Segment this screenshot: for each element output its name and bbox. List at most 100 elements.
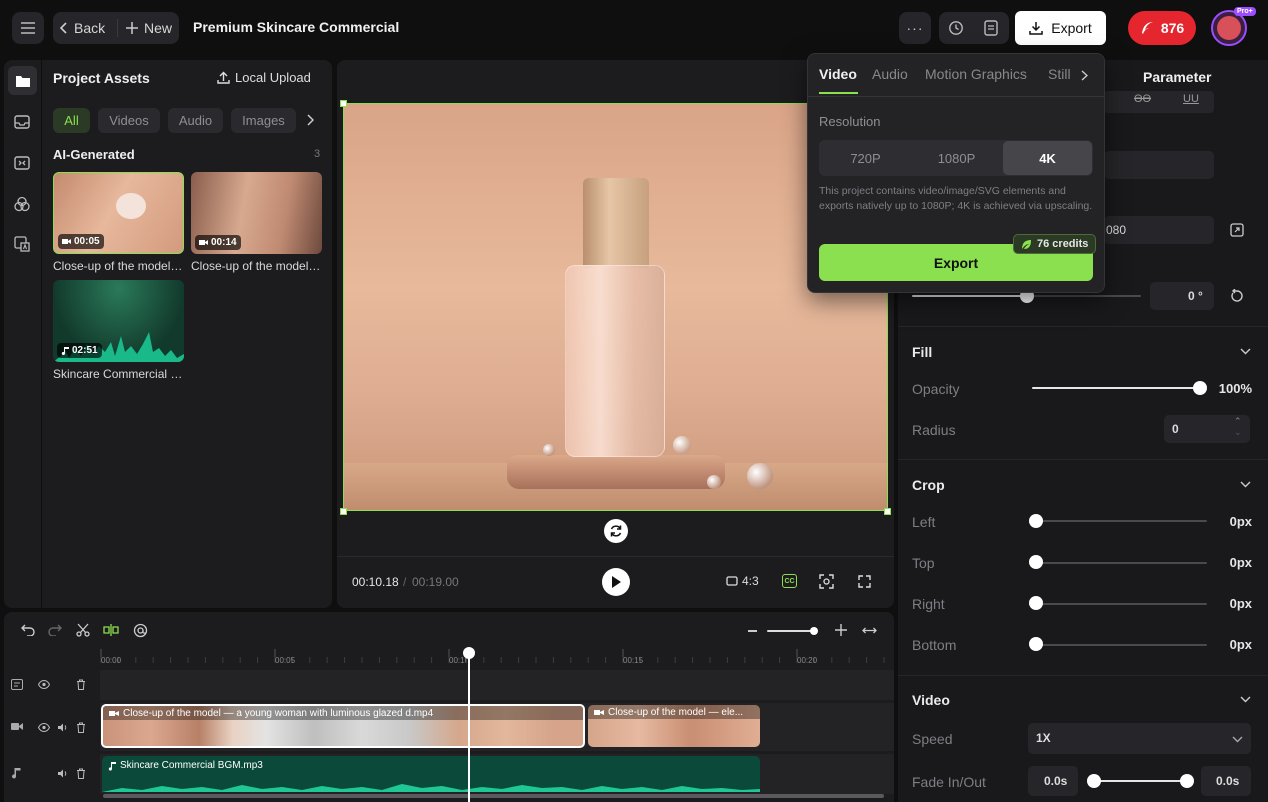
aspect-ratio-button[interactable]: 4:3 [726,574,759,588]
undo-button[interactable] [19,621,37,639]
video-clip-1-label: Close-up of the model — a young woman wi… [109,708,433,719]
ruler-label-5: 00:05 [275,656,296,665]
music-note-icon [61,347,69,355]
resolution-4k[interactable]: 4K [1003,141,1092,175]
export-tab-motion-graphics[interactable]: Motion Graphics [925,66,1027,82]
resolution-720p[interactable]: 720P [820,141,911,175]
zoom-out-button[interactable] [748,630,757,632]
asset-card-3[interactable]: 02:51 [53,280,184,362]
zoom-slider[interactable] [767,630,815,632]
resize-handle[interactable] [884,508,891,515]
audio-clip[interactable]: Skincare Commercial BGM.mp3 [102,756,760,792]
crop-right-knob[interactable] [1029,596,1043,610]
resize-handle[interactable] [340,508,347,515]
crop-top-track[interactable] [1036,562,1207,564]
snapshot-button[interactable] [818,573,835,590]
back-button[interactable]: Back [60,12,105,44]
eye-icon[interactable] [38,680,50,689]
speed-select[interactable] [1028,723,1251,754]
fade-out-value: 0.0s [1216,774,1240,788]
fade-out-knob[interactable] [1180,774,1194,788]
export-tab-audio[interactable]: Audio [872,66,908,82]
speaker-icon[interactable] [57,768,68,779]
video-clip-2[interactable]: Close-up of the model — ele... [588,705,760,747]
menu-button[interactable] [12,12,44,44]
trash-icon[interactable] [76,722,86,733]
rail-assets[interactable] [8,66,37,95]
filter-videos[interactable]: Videos [98,108,160,133]
asset-caption-3: Skincare Commercial BGM.mp3 [53,367,184,381]
captions-toggle[interactable]: CC [782,574,797,588]
crop-collapse[interactable] [1238,478,1252,490]
more-options-button[interactable]: ··· [899,12,931,44]
asset-card-1[interactable]: 00:05 [53,172,184,254]
video-clip-1[interactable]: Close-up of the model — a young woman wi… [101,704,585,748]
new-button[interactable]: New [126,12,172,44]
project-title[interactable]: Premium Skincare Commercial [193,19,399,35]
crop-top-knob[interactable] [1029,555,1043,569]
zoom-in-button[interactable] [834,623,848,637]
export-button[interactable]: Export [1015,11,1106,45]
reset-rotation-button[interactable] [1229,288,1245,304]
rail-transitions[interactable] [13,154,31,172]
rail-effects[interactable] [13,195,31,213]
fit-timeline-button[interactable] [861,623,877,637]
playhead-line[interactable] [468,656,470,802]
timeline-ruler[interactable] [100,647,894,667]
radius-stepper[interactable]: ⌃ ⌄ [1234,416,1242,438]
ruler-label-10: 00:10 [449,656,466,665]
trash-icon[interactable] [76,768,86,779]
snap-icon [103,624,119,636]
history-button[interactable] [946,18,966,38]
nav-divider [117,19,118,37]
trash-icon[interactable] [76,679,86,690]
crop-bottom-knob[interactable] [1029,637,1043,651]
resize-handle[interactable] [340,100,347,107]
cc-icon: CC [784,577,795,585]
rail-templates[interactable] [13,113,31,131]
fill-collapse[interactable] [1238,345,1252,357]
link-clips-button[interactable] [131,621,149,639]
crop-bottom-track[interactable] [1036,644,1207,646]
filter-audio[interactable]: Audio [168,108,223,133]
fullscreen-button[interactable] [856,573,873,590]
partial-field[interactable] [1104,151,1214,179]
split-button[interactable] [74,621,92,639]
fade-in-knob[interactable] [1087,774,1101,788]
speed-dropdown[interactable] [1230,733,1244,745]
play-button[interactable] [602,568,630,596]
resolution-1080p[interactable]: 1080P [911,141,1002,175]
crop-left-knob[interactable] [1029,514,1043,528]
lock-ratio-button[interactable] [1229,222,1245,238]
magnet-snap-button[interactable] [102,621,120,639]
playhead-handle[interactable] [463,647,475,659]
underline-button[interactable]: UU [1183,93,1199,105]
strikethrough-button[interactable]: ƟƟ [1134,93,1151,105]
crop-right-track[interactable] [1036,603,1207,605]
rotate-handle[interactable] [604,519,628,543]
fade-track[interactable] [1094,780,1187,782]
export-tabs-next[interactable] [1078,67,1090,83]
opacity-knob[interactable] [1193,381,1207,395]
credits-button[interactable]: 876 [1128,11,1196,45]
rotation-field[interactable] [1150,282,1214,310]
eye-icon[interactable] [38,723,50,732]
local-upload-button[interactable]: Local Upload [217,70,311,85]
filters-next[interactable] [303,112,317,128]
filter-all[interactable]: All [53,108,90,133]
crop-left-track[interactable] [1036,520,1207,522]
timeline-scrollbar[interactable] [103,794,884,798]
rotation-fill [912,295,1027,297]
export-tab-video[interactable]: Video [819,66,857,82]
speaker-icon[interactable] [57,722,68,733]
asset-card-2[interactable]: 00:14 [191,172,322,254]
export-tab-still[interactable]: Still [1048,66,1072,82]
assets-title: Project Assets [53,70,150,86]
notes-button[interactable] [981,18,1001,38]
rail-text[interactable] [13,235,31,253]
video-collapse[interactable] [1238,693,1252,705]
text-track-row[interactable] [100,670,894,700]
filter-images[interactable]: Images [231,108,296,133]
redo-button[interactable] [46,621,64,639]
zoom-knob[interactable] [810,627,818,635]
